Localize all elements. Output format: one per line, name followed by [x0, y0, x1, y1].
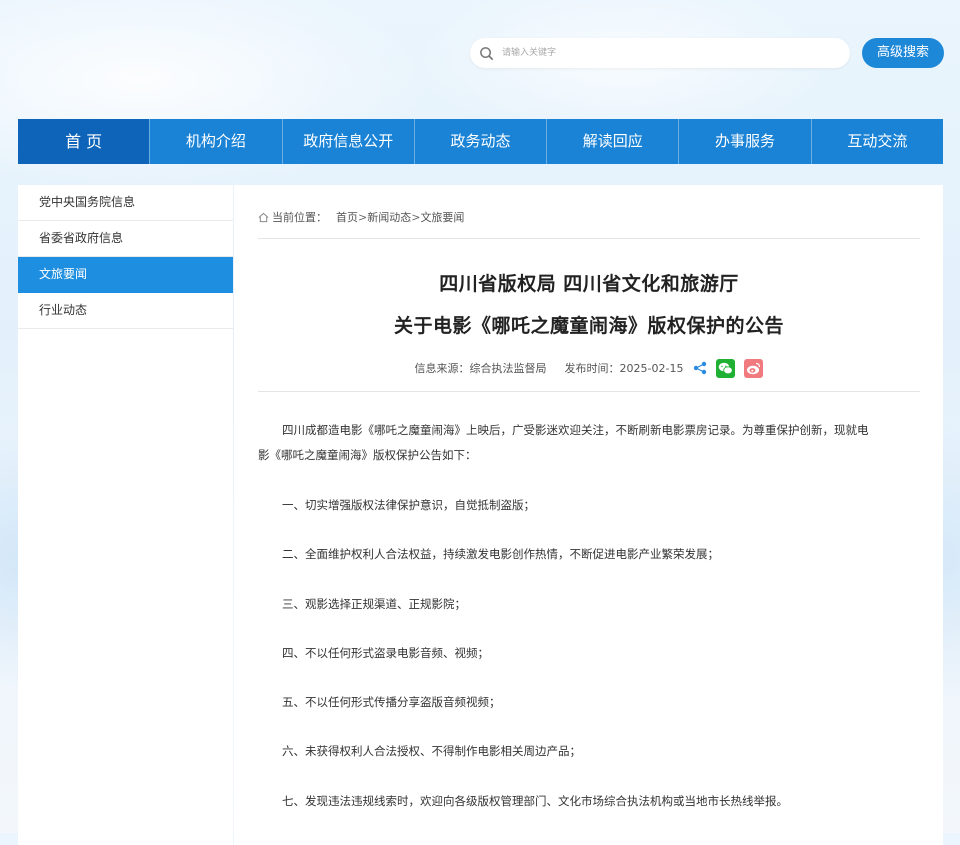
article-intro: 四川成都造电影《哪吒之魔童闹海》上映后，广受影迷欢迎关注，不断刷新电影票房记录。…: [258, 418, 920, 443]
article-point: 一、切实增强版权法律保护意识，自觉抵制盗版；: [282, 498, 535, 512]
nav-item-about[interactable]: 机构介绍: [149, 119, 281, 164]
nav-item-home[interactable]: 首 页: [18, 119, 150, 164]
weibo-share-icon[interactable]: [744, 358, 764, 378]
advanced-search-button[interactable]: 高级搜索: [862, 38, 944, 68]
nav-item-interaction[interactable]: 互动交流: [810, 119, 943, 164]
breadcrumb: 当前位置： 首页 > 新闻动态 > 文旅要闻: [258, 209, 464, 225]
article-meta: 信息来源： 综合执法监督局 发布时间： 2025-02-15: [258, 357, 920, 379]
breadcrumb-separator: >: [411, 210, 421, 224]
sidebar-item-culture-news[interactable]: 文旅要闻: [18, 257, 233, 293]
search-box[interactable]: [470, 38, 850, 68]
article-title-line1: 四川省版权局 四川省文化和旅游厅: [439, 273, 739, 295]
breadcrumb-link-news[interactable]: 新闻动态: [367, 209, 411, 225]
article-point: 三、观影选择正规渠道、正规影院；: [282, 597, 466, 611]
article-intro-line2: 影《哪吒之魔童闹海》版权保护公告如下：: [258, 448, 477, 462]
source-value: 综合执法监督局: [469, 362, 547, 375]
breadcrumb-link-home[interactable]: 首页: [336, 209, 358, 225]
divider: [258, 391, 920, 392]
source-label: 信息来源：: [414, 362, 470, 375]
article-panel: 当前位置： 首页 > 新闻动态 > 文旅要闻 四川省版权局 四川省文化和旅游厅 …: [234, 185, 943, 845]
breadcrumb-prefix: 当前位置：: [272, 211, 327, 224]
article-point: 二、全面维护权利人合法权益，持续激发电影创作热情，不断促进电影产业繁荣发展；: [282, 547, 719, 561]
article-intro-cont: 影《哪吒之魔童闹海》版权保护公告如下：: [258, 443, 920, 468]
publish-date: 2025-02-15: [619, 361, 684, 375]
article-point: 七、发现违法违规线索时，欢迎向各级版权管理部门、文化市场综合执法机构或当地市长热…: [282, 794, 788, 808]
nav-item-services[interactable]: 办事服务: [678, 119, 810, 164]
sidebar: 党中央国务院信息 省委省政府信息 文旅要闻 行业动态: [18, 185, 233, 845]
sidebar-item-central-info[interactable]: 党中央国务院信息: [18, 185, 233, 221]
breadcrumb-separator: >: [358, 210, 368, 224]
article-title-line2: 关于电影《哪吒之魔童闹海》版权保护的公告: [393, 315, 784, 337]
wechat-share-icon[interactable]: [716, 358, 736, 378]
article-point: 四、不以任何形式盗录电影音频、视频；: [282, 646, 489, 660]
article-point: 六、未获得权利人合法授权、不得制作电影相关周边产品；: [282, 744, 581, 758]
date-label: 发布时间：: [564, 362, 620, 375]
search-icon: [480, 46, 493, 60]
main-nav: 首 页 机构介绍 政府信息公开 政务动态 解读回应 办事服务 互动交流: [18, 119, 943, 164]
share-icon[interactable]: [693, 361, 707, 375]
search-input[interactable]: [500, 47, 850, 59]
sidebar-item-industry-news[interactable]: 行业动态: [18, 293, 233, 329]
breadcrumb-link-culture-news[interactable]: 文旅要闻: [420, 209, 464, 225]
article-intro-line1: 四川成都造电影《哪吒之魔童闹海》上映后，广受影迷欢迎关注，不断刷新电影票房记录。…: [282, 423, 869, 437]
nav-item-news[interactable]: 政务动态: [413, 119, 546, 164]
divider: [258, 238, 920, 239]
home-icon: [258, 212, 269, 222]
sidebar-item-provincial-info[interactable]: 省委省政府信息: [18, 221, 233, 257]
nav-item-gov-info[interactable]: 政府信息公开: [281, 119, 414, 164]
nav-item-interpretation[interactable]: 解读回应: [546, 119, 678, 164]
article-point: 五、不以任何形式传播分享盗版音频视频；: [282, 695, 501, 709]
